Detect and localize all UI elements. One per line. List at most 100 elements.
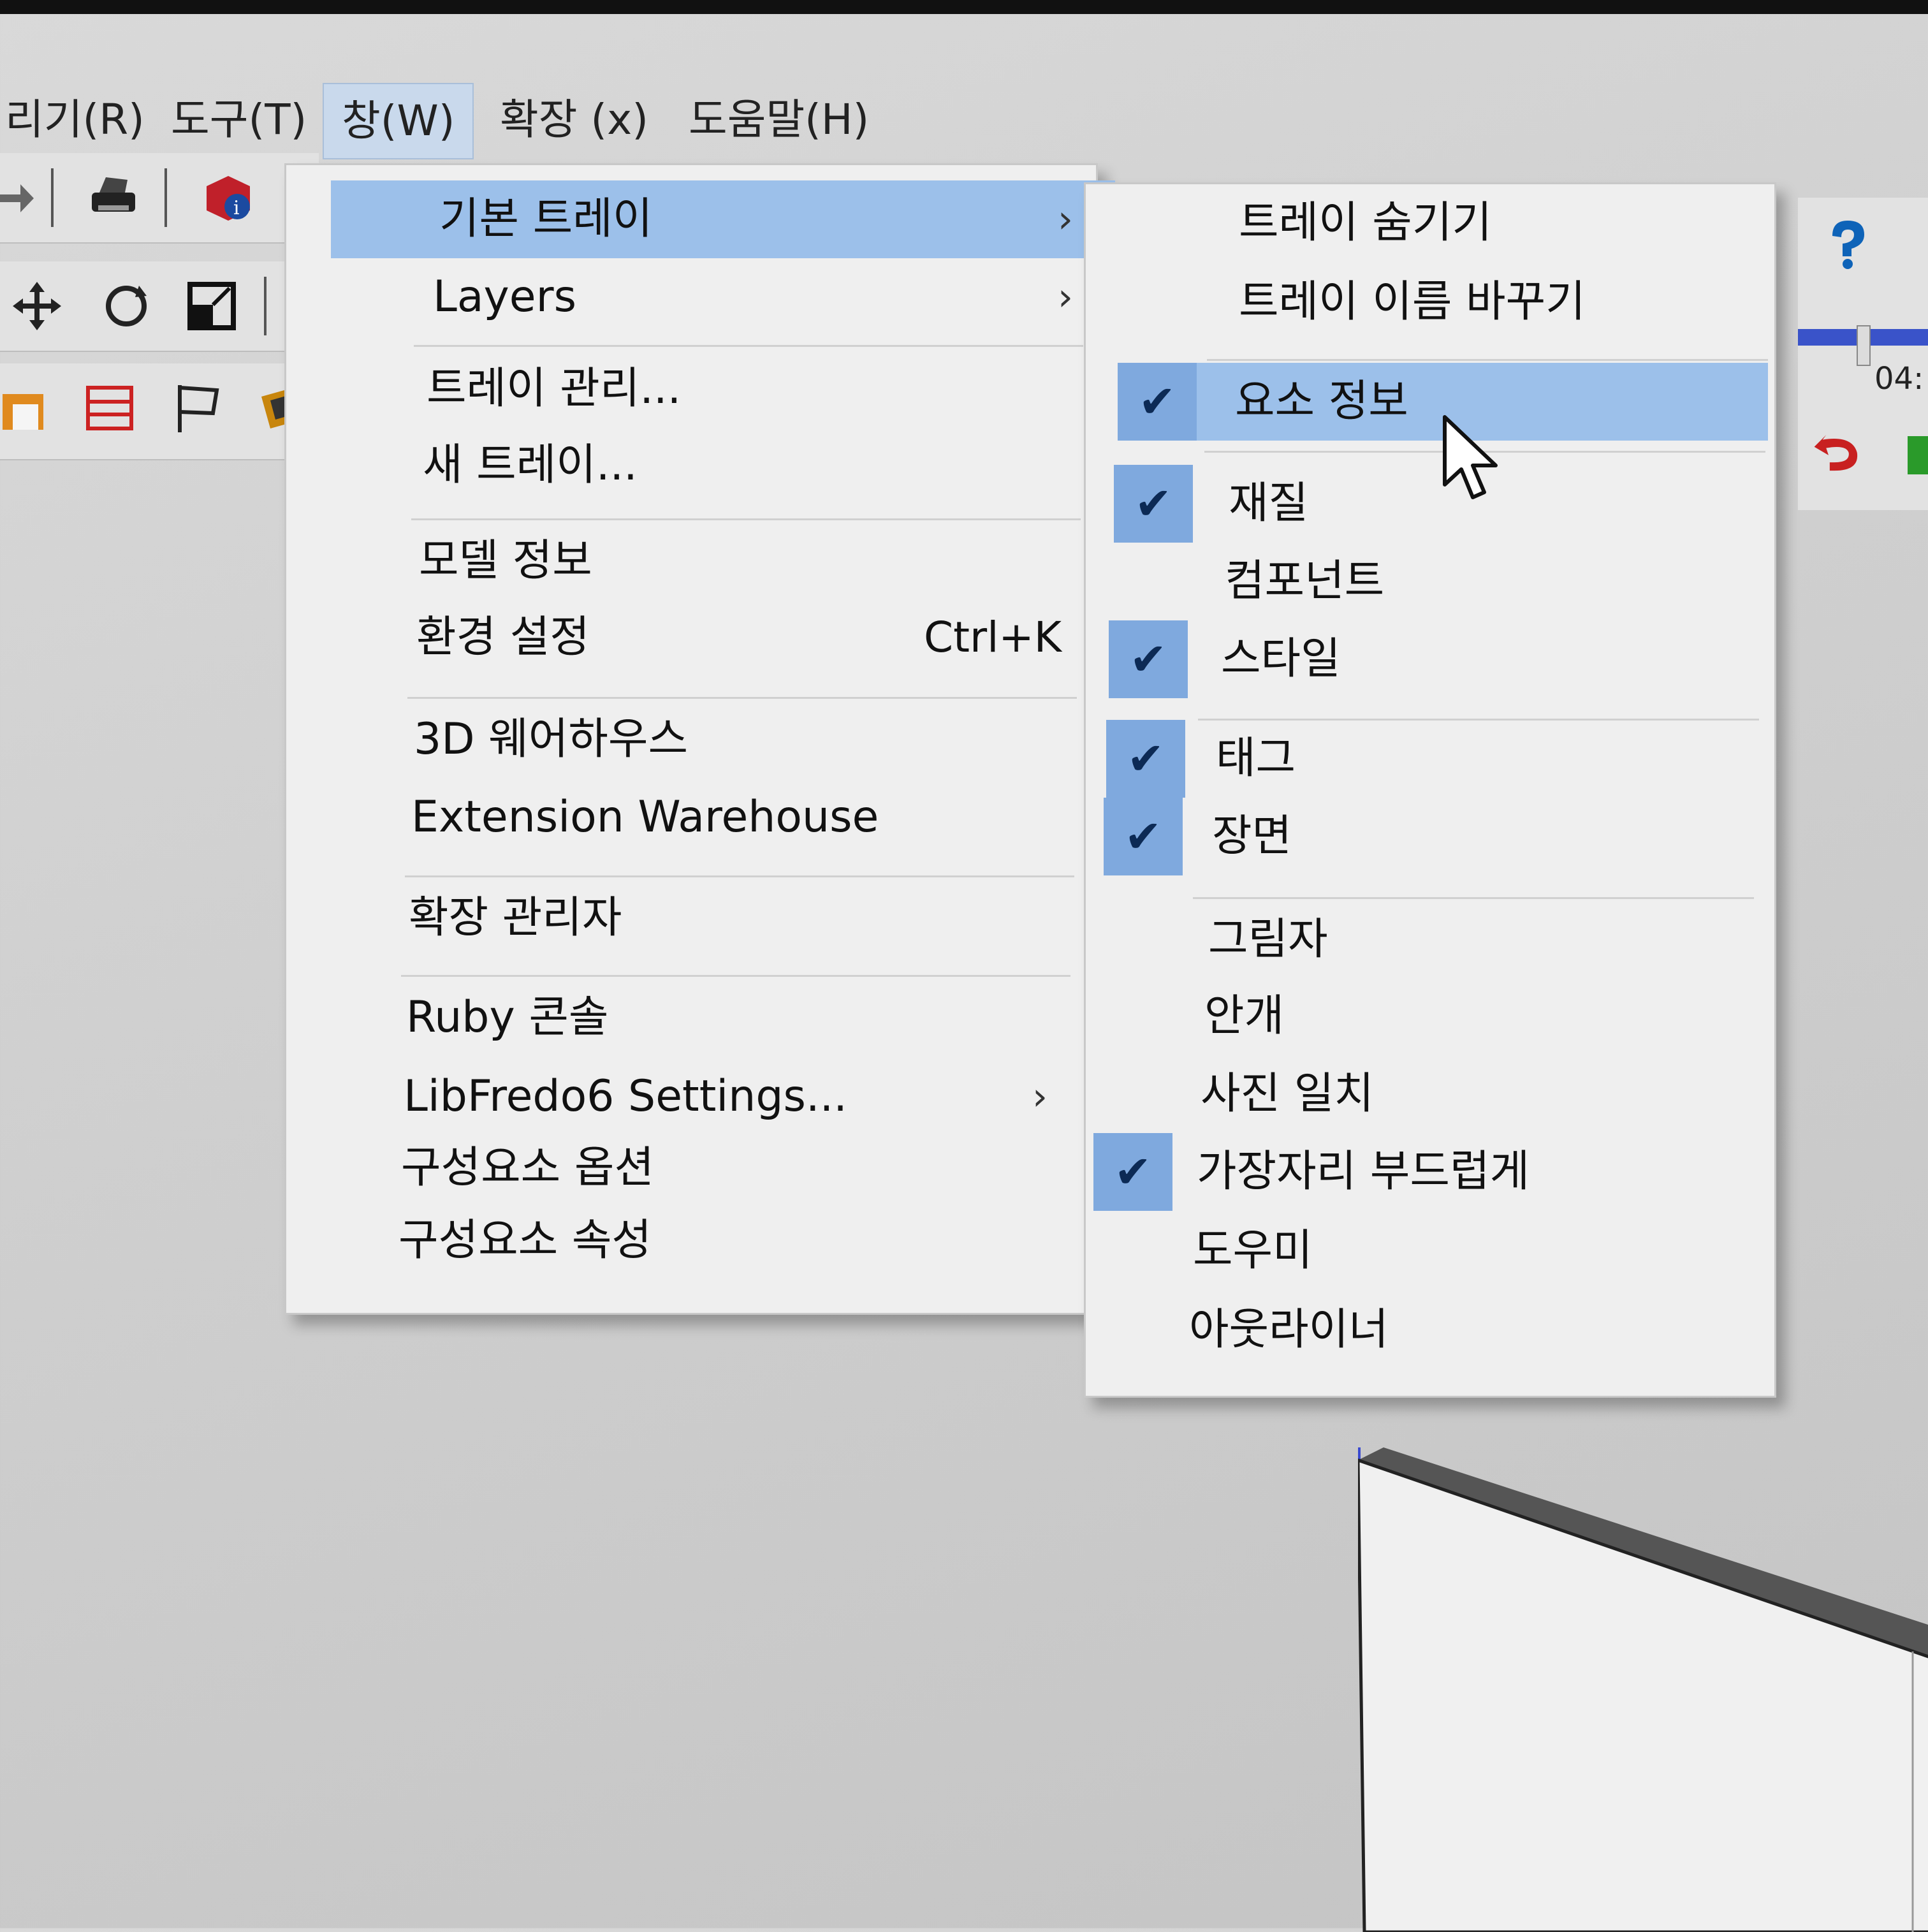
toolbar-right-top bbox=[1798, 198, 1928, 325]
undo-icon[interactable] bbox=[1811, 427, 1864, 481]
section-flag-icon[interactable] bbox=[172, 381, 226, 435]
toolbar-standard: i bbox=[0, 153, 319, 244]
move-icon[interactable] bbox=[10, 279, 64, 333]
menu-item-label: Ruby 콘솔 bbox=[406, 992, 609, 1043]
checkmark-icon: ✔ bbox=[1109, 620, 1188, 698]
menu-extensions[interactable]: 확장 (x) bbox=[482, 83, 666, 157]
menu-item-label: 사진 일치 bbox=[1201, 1069, 1374, 1119]
menu-item-preferences[interactable]: 환경 설정 Ctrl+K bbox=[331, 599, 1115, 677]
submenu-item-shadows[interactable]: 그림자 bbox=[1101, 901, 1751, 979]
menu-item-label: 안개 bbox=[1204, 991, 1285, 1041]
toolbar-separator bbox=[164, 168, 167, 227]
menu-window[interactable]: 창(W) bbox=[323, 83, 474, 159]
mouse-cursor-icon bbox=[1443, 415, 1498, 499]
menu-separator bbox=[414, 345, 1083, 347]
submenu-item-hide-tray[interactable]: 트레이 숨기기 bbox=[1118, 184, 1768, 262]
submenu-item-materials[interactable]: ✔ 재질 bbox=[1114, 465, 1764, 543]
chevron-right-icon: › bbox=[1032, 1074, 1048, 1119]
paint-bucket-icon[interactable] bbox=[1894, 427, 1928, 481]
menu-item-manage-trays[interactable]: 트레이 관리... bbox=[331, 350, 1115, 428]
checkmark-icon: ✔ bbox=[1106, 720, 1185, 798]
toolbar-right-bottom bbox=[1798, 408, 1928, 510]
menu-separator bbox=[411, 518, 1081, 520]
menu-item-label: 트레이 관리... bbox=[427, 363, 682, 414]
menu-item-label: 아웃라이너 bbox=[1189, 1305, 1389, 1355]
menu-item-label: 도우미 bbox=[1193, 1226, 1313, 1276]
menu-item-default-tray[interactable]: 기본 트레이 › bbox=[331, 180, 1115, 258]
menu-item-label: 구성요소 속성 bbox=[398, 1215, 652, 1266]
window-menu: 기본 트레이 › Layers › 트레이 관리... 새 트레이... 모델 … bbox=[284, 163, 1115, 1315]
toolbar-edit bbox=[0, 261, 319, 352]
submenu-item-components[interactable]: 컴포넌트 bbox=[1111, 543, 1762, 620]
menu-item-label: Layers bbox=[433, 272, 577, 322]
menu-item-label: 트레이 숨기기 bbox=[1239, 198, 1492, 248]
submenu-item-tags[interactable]: ✔ 태그 bbox=[1106, 720, 1756, 798]
menu-tools[interactable]: 도구(T) bbox=[153, 83, 325, 157]
menu-item-label: 새 트레이... bbox=[423, 440, 638, 490]
menu-item-label: 기본 트레이 bbox=[439, 194, 653, 244]
menu-item-label: 3D 웨어하우스 bbox=[414, 714, 689, 765]
menu-item-3d-warehouse[interactable]: 3D 웨어하우스 bbox=[331, 701, 1115, 779]
submenu-item-outliner[interactable]: 아웃라이너 bbox=[1088, 1291, 1739, 1369]
slider-thumb[interactable] bbox=[1857, 325, 1871, 366]
submenu-item-rename-tray[interactable]: 트레이 이름 바꾸기 bbox=[1118, 263, 1768, 341]
menu-item-component-options[interactable]: 구성요소 옵션 bbox=[331, 1129, 1115, 1207]
menu-item-label: 구성요소 옵션 bbox=[401, 1143, 654, 1193]
menu-item-label: Extension Warehouse bbox=[411, 792, 879, 842]
checkmark-icon: ✔ bbox=[1093, 1133, 1172, 1211]
menu-item-label: 그림자 bbox=[1208, 914, 1328, 965]
menubar: 리기(R) 도구(T) 창(W) 확장 (x) 도움말(H) bbox=[0, 70, 1928, 166]
menu-item-label: 확장 관리자 bbox=[409, 893, 622, 943]
menu-item-label: 재질 bbox=[1229, 478, 1309, 529]
submenu-item-instructor[interactable]: 도우미 bbox=[1091, 1212, 1741, 1290]
submenu-item-scenes[interactable]: ✔ 장면 bbox=[1104, 798, 1754, 875]
menu-item-label: 스타일 bbox=[1221, 634, 1341, 684]
menu-item-libfredo6-settings[interactable]: LibFredo6 Settings... › bbox=[331, 1058, 1115, 1136]
menu-separator bbox=[405, 875, 1074, 877]
menu-item-model-info[interactable]: 모델 정보 bbox=[331, 522, 1115, 600]
menu-item-new-tray[interactable]: 새 트레이... bbox=[331, 427, 1115, 504]
menu-item-extension-manager[interactable]: 확장 관리자 bbox=[331, 879, 1115, 957]
time-readout: 04: bbox=[1874, 361, 1924, 397]
submenu-item-fog[interactable]: 안개 bbox=[1099, 977, 1749, 1055]
menu-separator bbox=[401, 975, 1070, 977]
menu-item-component-attributes[interactable]: 구성요소 속성 bbox=[331, 1202, 1115, 1280]
toolbar-separator bbox=[51, 168, 54, 227]
model-box[interactable] bbox=[1358, 1447, 1928, 1932]
model-info-icon[interactable]: i bbox=[201, 171, 255, 224]
svg-text:i: i bbox=[233, 197, 240, 219]
help-icon[interactable] bbox=[1820, 217, 1873, 270]
submenu-item-soften-edges[interactable]: ✔ 가장자리 부드럽게 bbox=[1093, 1133, 1744, 1211]
toolbar-separator bbox=[264, 277, 267, 335]
submenu-item-styles[interactable]: ✔ 스타일 bbox=[1109, 620, 1759, 698]
menu-item-label: 컴포넌트 bbox=[1225, 556, 1385, 606]
shadow-time-slider[interactable]: 04: bbox=[1798, 325, 1928, 408]
menu-item-label: LibFredo6 Settings... bbox=[404, 1071, 847, 1122]
section-cut-icon[interactable] bbox=[83, 381, 136, 435]
menu-item-label: 트레이 이름 바꾸기 bbox=[1239, 277, 1586, 327]
redo-arrow-icon[interactable] bbox=[0, 171, 41, 224]
checkmark-icon: ✔ bbox=[1104, 798, 1183, 875]
section-plane-icon[interactable] bbox=[0, 381, 54, 435]
scale-icon[interactable] bbox=[185, 279, 238, 333]
rotate-icon[interactable] bbox=[99, 279, 153, 333]
menu-help[interactable]: 도움말(H) bbox=[671, 83, 887, 157]
menu-item-label: 장면 bbox=[1212, 811, 1292, 861]
menu-item-ruby-console[interactable]: Ruby 콘솔 bbox=[331, 979, 1115, 1057]
submenu-item-match-photo[interactable]: 사진 일치 bbox=[1096, 1055, 1746, 1133]
monitor-bezel bbox=[0, 0, 1928, 14]
menu-item-shortcut: Ctrl+K bbox=[924, 613, 1062, 662]
chevron-right-icon: › bbox=[1058, 197, 1073, 242]
tray-submenu: 트레이 숨기기 트레이 이름 바꾸기 ✔ 요소 정보 ✔ 재질 컴포넌트 ✔ 스… bbox=[1084, 182, 1776, 1398]
toolbar-section bbox=[0, 363, 319, 460]
menu-item-label: 가장자리 부드럽게 bbox=[1197, 1146, 1530, 1197]
menu-item-extension-warehouse[interactable]: Extension Warehouse bbox=[331, 779, 1115, 856]
menu-item-layers[interactable]: Layers › bbox=[331, 258, 1115, 336]
menu-item-label: 태그 bbox=[1216, 733, 1296, 784]
menu-item-label: 환경 설정 bbox=[416, 612, 590, 662]
menu-separator bbox=[407, 697, 1077, 699]
menu-item-label: 요소 정보 bbox=[1235, 376, 1408, 427]
print-icon[interactable] bbox=[87, 171, 140, 224]
menu-view[interactable]: 리기(R) bbox=[0, 83, 163, 157]
chevron-right-icon: › bbox=[1058, 275, 1073, 319]
